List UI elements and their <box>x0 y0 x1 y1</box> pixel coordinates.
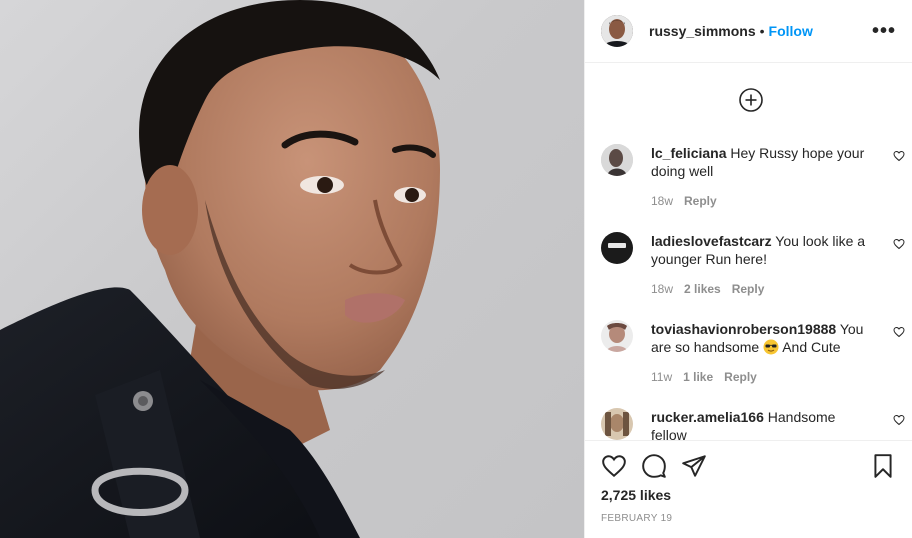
small-heart-icon[interactable] <box>893 414 905 426</box>
header-separator: • <box>759 23 765 39</box>
instagram-post-view: russy_simmons • Follow ••• lc_feliciana … <box>0 0 912 538</box>
small-heart-icon[interactable] <box>893 326 905 338</box>
portrait-illustration <box>0 0 440 538</box>
comment-meta: 18w 2 likes Reply <box>651 282 871 296</box>
paper-plane-icon[interactable] <box>681 453 707 479</box>
heart-icon[interactable] <box>601 453 627 479</box>
comment-text: ladieslovefastcarz You look like a young… <box>651 232 871 268</box>
comment-item: toviashavionroberson19888 You are so han… <box>601 304 905 384</box>
comment-username[interactable]: toviashavionroberson19888 <box>651 321 836 337</box>
comment-text: toviashavionroberson19888 You are so han… <box>651 320 871 356</box>
comment-username[interactable]: rucker.amelia166 <box>651 409 764 425</box>
post-photo[interactable] <box>0 0 584 538</box>
comment-meta: 11w 1 like Reply <box>651 370 871 384</box>
reply-button[interactable]: Reply <box>724 370 757 384</box>
comment-time[interactable]: 18w <box>651 282 673 296</box>
reply-button[interactable]: Reply <box>684 194 717 208</box>
post-date[interactable]: FEBRUARY 19 <box>601 513 672 524</box>
comment-meta: 18w Reply <box>651 194 871 208</box>
small-heart-icon[interactable] <box>893 150 905 162</box>
commenter-avatar[interactable] <box>601 232 633 264</box>
author-avatar[interactable] <box>601 15 633 47</box>
comment-item: ladieslovefastcarz You look like a young… <box>601 216 905 296</box>
likes-count[interactable]: 2,725 likes <box>601 487 671 503</box>
comment-time[interactable]: 11w <box>651 370 672 384</box>
author-username[interactable]: russy_simmons <box>649 23 756 39</box>
sunglasses-emoji-icon <box>763 339 779 355</box>
comment-text: lc_feliciana Hey Russy hope your doing w… <box>651 144 871 180</box>
plus-circle-icon[interactable] <box>739 88 763 112</box>
comment-time[interactable]: 18w <box>651 194 673 208</box>
comment-item: rucker.amelia166 Handsome fellow <box>601 392 905 440</box>
comment-bubble-icon[interactable] <box>641 453 667 479</box>
commenter-avatar[interactable] <box>601 144 633 176</box>
follow-button[interactable]: Follow <box>769 23 813 39</box>
comment-username[interactable]: ladieslovefastcarz <box>651 233 772 249</box>
commenter-avatar[interactable] <box>601 320 633 352</box>
post-details-panel: russy_simmons • Follow ••• lc_feliciana … <box>584 0 912 538</box>
comment-text: rucker.amelia166 Handsome fellow <box>651 408 871 440</box>
post-header: russy_simmons • Follow ••• <box>585 0 912 63</box>
comments-list[interactable]: lc_feliciana Hey Russy hope your doing w… <box>585 64 912 440</box>
small-heart-icon[interactable] <box>893 238 905 250</box>
more-options-button[interactable]: ••• <box>872 21 896 41</box>
comment-username[interactable]: lc_feliciana <box>651 145 727 161</box>
comment-item: lc_feliciana Hey Russy hope your doing w… <box>601 128 905 208</box>
comment-message-end: And Cute <box>782 339 841 355</box>
commenter-avatar[interactable] <box>601 408 633 440</box>
bookmark-icon[interactable] <box>870 453 896 479</box>
reply-button[interactable]: Reply <box>732 282 765 296</box>
comment-likes[interactable]: 1 like <box>683 370 713 384</box>
comment-likes[interactable]: 2 likes <box>684 282 721 296</box>
post-actions-section: 2,725 likes FEBRUARY 19 <box>585 440 912 538</box>
action-bar <box>601 453 896 479</box>
